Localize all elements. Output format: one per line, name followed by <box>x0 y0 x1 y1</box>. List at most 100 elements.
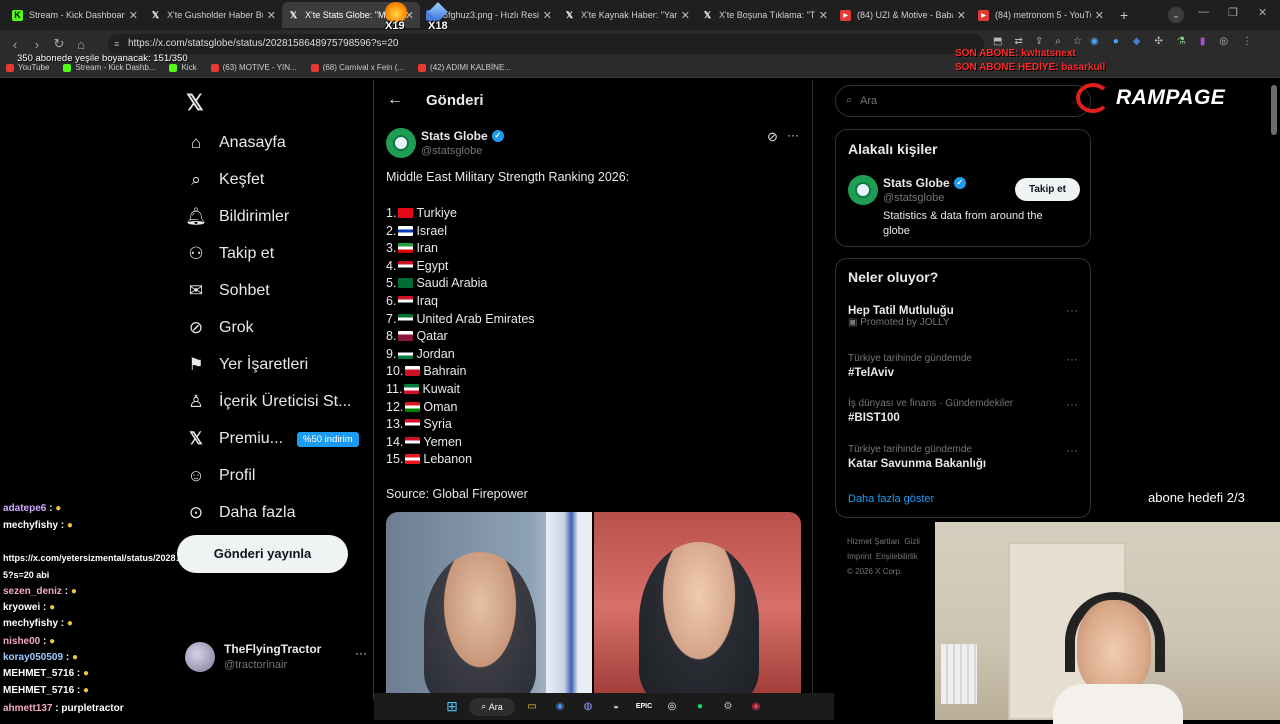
nav-item-explore[interactable]: ⌕ Keşfet <box>185 169 264 191</box>
trend-item[interactable]: İş dünyası ve finans · Gündemdekiler #BIS… <box>848 398 1013 424</box>
nav-item-profile[interactable]: ☺ Profil <box>185 465 255 487</box>
post-image-left[interactable] <box>386 512 592 702</box>
close-icon[interactable]: ✕ <box>957 9 966 22</box>
extension-icon[interactable]: ▮ <box>1200 36 1206 47</box>
close-icon[interactable]: ✕ <box>543 9 552 22</box>
url-field[interactable]: ≡ https://x.com/statsglobe/status/2028158… <box>108 34 984 54</box>
bookmark-star-icon[interactable]: ☆ <box>1073 36 1082 47</box>
trend-item[interactable]: Hep Tatil Mutluluğu ▣ Promoted by JOLLY <box>848 305 954 328</box>
scrollbar[interactable] <box>1271 85 1277 135</box>
country-name: Saudi Arabia <box>416 276 488 291</box>
browser-icon[interactable]: ◉ <box>549 698 571 716</box>
windows-start-icon[interactable]: ⊞ <box>441 698 463 716</box>
zoom-icon[interactable]: ⌕ <box>1055 36 1061 47</box>
verified-icon: ✓ <box>953 177 966 189</box>
trend-item[interactable]: Türkiye tarihinde gündemde Katar Savunma … <box>848 444 986 470</box>
more-dots-icon[interactable]: ··· <box>355 646 367 660</box>
nav-item-notifications[interactable]: 🔔︎ Bildirimler <box>185 206 289 228</box>
bookmark-item[interactable]: Kick <box>169 63 197 72</box>
more-dots-icon[interactable]: ··· <box>1066 397 1078 411</box>
nav-item-bookmarks[interactable]: ⚑ Yer İşaretleri <box>185 354 308 376</box>
reload-icon[interactable]: ↻ <box>48 36 70 52</box>
profile-icon[interactable]: ◎ <box>1219 36 1228 47</box>
browser-tab[interactable]: 𝕏 X'te Gusholder Haber Bü ✕ <box>144 2 282 28</box>
author-name[interactable]: Stats Globe ✓ <box>421 129 504 143</box>
nav-item-follow[interactable]: ⚇ Takip et <box>185 243 274 265</box>
browser-tab[interactable]: ▶ (84) UZI & Motive - Baba ✕ <box>834 2 972 28</box>
file-explorer-icon[interactable]: ▭ <box>521 698 543 716</box>
lab-icon[interactable]: ⚗ <box>1177 36 1186 47</box>
account-switcher[interactable]: TheFlyingTractor @tractorinair ··· <box>185 640 375 676</box>
steam-icon[interactable]: ◒ <box>605 698 627 716</box>
extension-icon[interactable]: ● <box>1113 36 1119 47</box>
show-more-link[interactable]: Daha fazla göster <box>848 493 934 505</box>
chat-message: MEHMET_5716 : ● <box>3 668 89 679</box>
author-avatar[interactable] <box>386 128 416 158</box>
nav-item-more[interactable]: ⊙ Daha fazla <box>185 502 296 524</box>
nav-item-home[interactable]: ⌂ Anasayfa <box>185 132 286 154</box>
related-avatar[interactable] <box>848 175 878 205</box>
minimize-icon[interactable]: — <box>1198 6 1209 18</box>
tab-search-icon[interactable]: ⌄ <box>1168 7 1184 23</box>
menu-icon[interactable]: ⋮ <box>1242 36 1252 47</box>
x-logo-icon[interactable]: 𝕏 <box>186 90 204 116</box>
github-icon[interactable]: ◎ <box>661 698 683 716</box>
settings-icon[interactable]: ⚙ <box>717 698 739 716</box>
nav-item-premium[interactable]: 𝕏 Premiu... %50 indirim <box>185 428 359 450</box>
browser-tab[interactable]: 𝕏 X'te Kaynak Haber: "Yarın ✕ <box>558 2 696 28</box>
home-icon[interactable]: ⌂ <box>70 37 92 52</box>
close-icon[interactable]: ✕ <box>1095 9 1104 22</box>
post-button[interactable]: Gönderi yayınla <box>177 535 348 573</box>
new-tab-icon[interactable]: + <box>1120 7 1128 23</box>
emote-icon: ● <box>49 602 56 613</box>
translate-icon[interactable]: ⇄ <box>1014 36 1022 47</box>
nav-item-chat[interactable]: ✉ Sohbet <box>185 280 270 302</box>
bookmark-item[interactable]: (42) ADIMI KALBİNE... <box>418 63 511 72</box>
close-icon[interactable]: ✕ <box>267 9 276 22</box>
youtube-icon <box>6 63 14 72</box>
site-info-icon[interactable]: ≡ <box>114 34 119 54</box>
window-close-icon[interactable]: ✕ <box>1258 6 1267 19</box>
post-image-right[interactable] <box>594 512 801 702</box>
close-icon[interactable]: ✕ <box>819 9 828 22</box>
more-dots-icon[interactable]: ··· <box>1066 303 1078 317</box>
extension-icon[interactable]: ◉ <box>1090 36 1099 47</box>
puzzle-icon[interactable]: ✣ <box>1154 36 1162 47</box>
bookmark-item[interactable]: YouTube <box>6 63 49 72</box>
back-arrow-icon[interactable]: ← <box>387 91 403 109</box>
follow-button[interactable]: Takip et <box>1015 178 1080 201</box>
emote-icon: ● <box>55 503 62 514</box>
browser-tab[interactable]: 𝕏 X'te Boşuna Tıklama: "Tru ✕ <box>696 2 834 28</box>
app-icon[interactable]: ◉ <box>745 698 767 716</box>
maximize-icon[interactable]: ❐ <box>1228 6 1238 19</box>
related-name[interactable]: Stats Globe ✓ <box>883 176 966 190</box>
browser-tab[interactable]: K Stream - Kick Dashboard ✕ <box>6 2 144 28</box>
bookmark-item[interactable]: (63) MOTIVE - YIN... <box>210 63 297 72</box>
extension-icon[interactable]: ◆ <box>1133 36 1141 47</box>
trend-item[interactable]: Türkiye tarihinde gündemde #TelAviv <box>848 353 972 379</box>
nav-item-creator-studio[interactable]: ♙ İçerik Üreticisi St... <box>185 391 351 413</box>
chat-text: 5?s=20 abi <box>3 570 50 580</box>
nav-item-grok[interactable]: ⊘ Grok <box>185 317 254 339</box>
flag-stripe <box>546 512 592 702</box>
install-icon[interactable]: ⬒ <box>993 36 1002 47</box>
discord-icon[interactable]: ◍ <box>577 698 599 716</box>
search-input[interactable]: ⌕ Ara <box>835 85 1091 117</box>
spotify-icon[interactable]: ● <box>689 698 711 716</box>
forward-icon[interactable]: › <box>26 37 48 52</box>
share-icon[interactable]: ⇪ <box>1035 36 1043 47</box>
epic-games-icon[interactable]: EPIC <box>633 698 655 716</box>
bookmark-item[interactable]: Stream - Kick Dashb... <box>63 63 155 72</box>
grok-icon[interactable]: ⊘ <box>767 129 778 145</box>
bookmark-item[interactable]: (68) Carnival x Fein (... <box>310 63 404 72</box>
close-icon[interactable]: ✕ <box>681 9 690 22</box>
rank-number: 13. <box>386 417 404 432</box>
close-icon[interactable]: ✕ <box>129 9 138 22</box>
back-icon[interactable]: ‹ <box>4 37 26 52</box>
taskbar-search[interactable]: ⌕ Ara <box>469 697 515 716</box>
more-dots-icon[interactable]: ··· <box>787 128 799 142</box>
more-dots-icon[interactable]: ··· <box>1066 443 1078 457</box>
author-handle[interactable]: @statsglobe <box>421 145 482 157</box>
more-dots-icon[interactable]: ··· <box>1066 352 1078 366</box>
browser-tab[interactable]: ▶ (84) metronom 5 - YouTu ✕ <box>972 2 1110 28</box>
